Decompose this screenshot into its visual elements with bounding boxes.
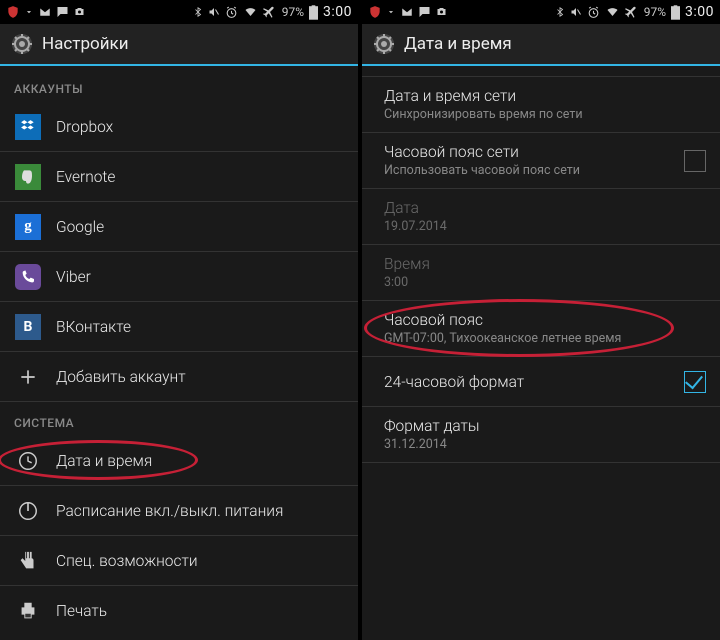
row-sub: 31.12.2014 [384, 437, 706, 452]
row-date-format[interactable]: Формат даты 31.12.2014 [362, 407, 720, 463]
header-settings: Настройки [0, 24, 358, 66]
mute-icon [208, 5, 220, 19]
wifi-icon [605, 6, 620, 18]
system-label: Спец. возможности [56, 552, 198, 570]
row-label: Дата [384, 199, 706, 217]
chat-icon [418, 6, 431, 18]
gear-icon [372, 32, 396, 56]
chat-icon [56, 6, 69, 18]
system-row-datetime[interactable]: Дата и время [0, 436, 358, 486]
row-sub: Синхронизировать время по сети [384, 107, 706, 122]
phone-left: 97% 3:00 Настройки АККАУНТЫ Dropbox Ever… [0, 0, 358, 640]
system-row-print[interactable]: Печать [0, 586, 358, 636]
shield-icon [368, 5, 382, 19]
add-account-label: Добавить аккаунт [56, 368, 186, 386]
status-tray-left [368, 5, 448, 19]
system-label: Дата и время [56, 452, 152, 470]
account-label: Dropbox [56, 118, 113, 136]
checkbox[interactable] [684, 150, 706, 172]
row-time: Время 3:00 [362, 245, 720, 301]
header-title: Настройки [42, 34, 129, 54]
account-label: Evernote [56, 168, 115, 186]
row-sub: 3:00 [384, 275, 706, 290]
alarm-icon [587, 6, 600, 19]
statusbar: 97% 3:00 [362, 0, 720, 24]
account-label: Viber [56, 268, 91, 286]
row-date: Дата 19.07.2014 [362, 189, 720, 245]
row-sub: 19.07.2014 [384, 219, 706, 234]
dropdown-icon [386, 7, 396, 17]
viber-icon [15, 264, 41, 290]
battery-icon [309, 5, 318, 20]
account-row-dropbox[interactable]: Dropbox [0, 102, 358, 152]
row-timezone[interactable]: Часовой пояс GMT-07:00, Тихоокеанское ле… [362, 301, 720, 357]
airplane-icon [625, 5, 639, 19]
account-row-google[interactable]: g Google [0, 202, 358, 252]
system-label: Расписание вкл./выкл. питания [56, 502, 283, 520]
clock-icon [17, 450, 39, 472]
section-accounts: АККАУНТЫ [0, 68, 358, 102]
status-tray-left [6, 5, 86, 19]
system-label: Печать [56, 602, 107, 620]
header-title: Дата и время [404, 34, 512, 54]
add-account-row[interactable]: Добавить аккаунт [0, 352, 358, 402]
dropdown-icon [24, 7, 34, 17]
camera-icon [435, 6, 448, 18]
account-row-evernote[interactable]: Evernote [0, 152, 358, 202]
datetime-list: Дата и время сети Синхронизировать время… [362, 66, 720, 640]
clock-text: 3:00 [323, 4, 352, 20]
row-sub: Использовать часовой пояс сети [384, 163, 684, 178]
header-datetime: Дата и время [362, 24, 720, 66]
shield-icon [6, 5, 20, 19]
account-row-vk[interactable]: B ВКонтакте [0, 302, 358, 352]
row-label: Время [384, 255, 706, 273]
mute-icon [570, 5, 582, 19]
row-sub: GMT-07:00, Тихоокеанское летнее время [384, 331, 706, 346]
row-label: Часовой пояс сети [384, 143, 684, 161]
system-row-power-schedule[interactable]: Расписание вкл./выкл. питания [0, 486, 358, 536]
row-label: Часовой пояс [384, 311, 706, 329]
battery-icon [671, 5, 680, 20]
section-system: СИСТЕМА [0, 402, 358, 436]
alarm-icon [225, 6, 238, 19]
account-row-viber[interactable]: Viber [0, 252, 358, 302]
clock-text: 3:00 [685, 4, 714, 20]
google-icon: g [15, 214, 41, 240]
row-network-time[interactable]: Дата и время сети Синхронизировать время… [362, 76, 720, 133]
row-label: Дата и время сети [384, 87, 706, 105]
wifi-icon [243, 6, 258, 18]
mail-icon [400, 6, 414, 18]
airplane-icon [263, 5, 277, 19]
checkbox-checked[interactable] [684, 371, 706, 393]
status-tray-right: 97% 3:00 [193, 4, 352, 20]
status-tray-right: 97% 3:00 [555, 4, 714, 20]
row-label: 24-часовой формат [384, 373, 684, 391]
account-label: ВКонтакте [56, 318, 131, 336]
vk-icon: B [15, 314, 41, 340]
bluetooth-icon [193, 5, 203, 19]
system-row-accessibility[interactable]: Спец. возможности [0, 536, 358, 586]
account-label: Google [56, 218, 104, 236]
power-icon [17, 500, 39, 522]
bluetooth-icon [555, 5, 565, 19]
row-network-tz[interactable]: Часовой пояс сети Использовать часовой п… [362, 133, 720, 189]
battery-text: 97% [282, 5, 304, 19]
hand-icon [17, 550, 39, 572]
gear-icon [10, 32, 34, 56]
camera-icon [73, 6, 86, 18]
row-label: Формат даты [384, 417, 706, 435]
statusbar: 97% 3:00 [0, 0, 358, 24]
mail-icon [38, 6, 52, 18]
printer-icon [17, 600, 39, 622]
row-24h-format[interactable]: 24-часовой формат [362, 357, 720, 407]
dropbox-icon [15, 114, 41, 140]
battery-text: 97% [644, 5, 666, 19]
evernote-icon [15, 164, 41, 190]
phone-right: 97% 3:00 Дата и время Дата и время сети … [358, 0, 720, 640]
plus-icon [18, 367, 38, 387]
settings-list: АККАУНТЫ Dropbox Evernote g Google Viber… [0, 66, 358, 640]
